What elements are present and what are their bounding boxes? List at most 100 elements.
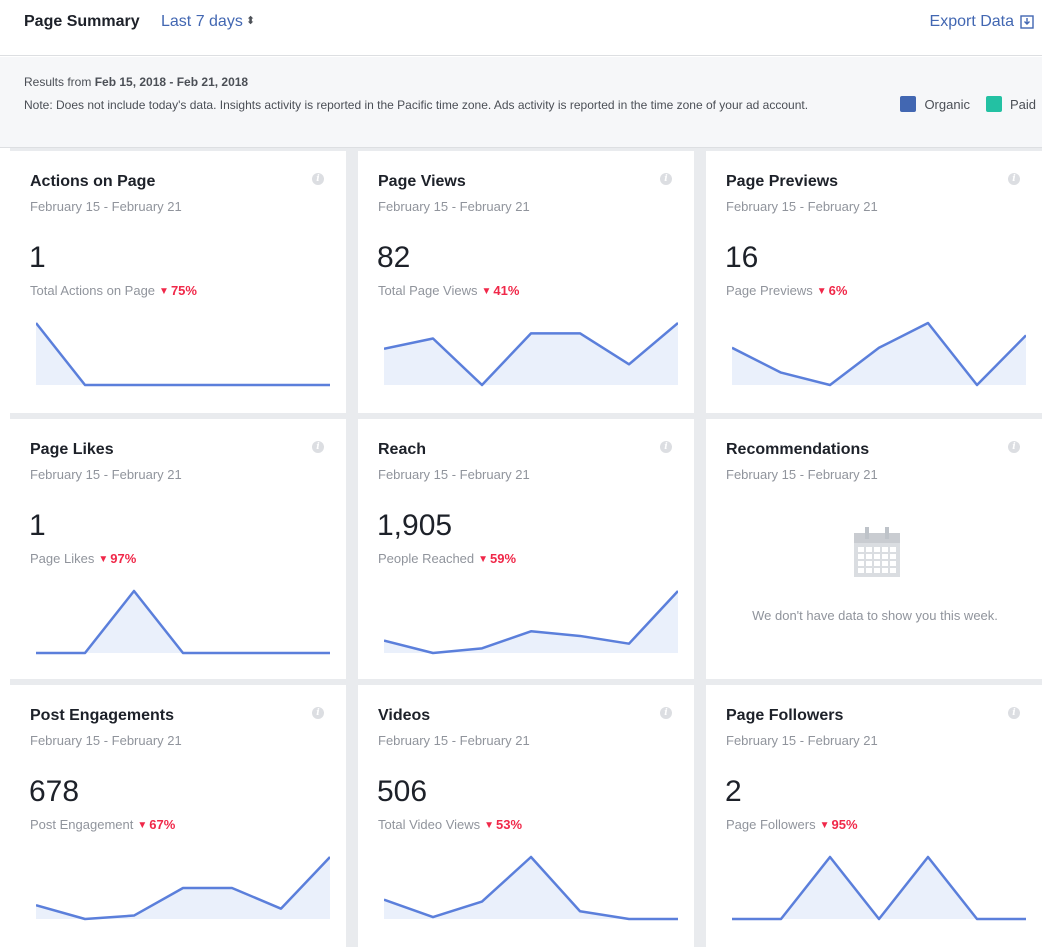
card-title: Actions on Page [30,173,156,190]
info-icon[interactable]: i [312,707,324,719]
metric-value: 1,905 [377,509,453,542]
metric-subtitle: Post Engagement ▼ 67% [30,817,175,832]
sparkline-area [36,591,330,653]
metric-label: Page Previews [726,283,813,298]
sparkline-chart [384,322,678,387]
sparkline-chart [732,321,1026,387]
change-percent: 41% [493,283,520,298]
change-percent: 95% [831,817,858,832]
down-triangle-icon: ▼ [98,554,109,565]
sparkline-chart [732,855,1026,921]
decrease-badge: ▼ 59% [478,551,516,566]
metric-label: Total Actions on Page [30,283,156,298]
decrease-badge: ▼ 97% [98,551,136,566]
card-page-followers[interactable]: Page Followers February 15 - February 21 i… [706,685,1042,947]
chart-legend: Organic Paid [884,96,1036,112]
info-icon[interactable]: i [1008,707,1020,719]
date-range-selector[interactable]: Last 7 days ⬍ [161,13,255,31]
organic-swatch [900,96,917,112]
decrease-badge: ▼ 6% [817,283,848,298]
down-triangle-icon: ▼ [137,820,148,831]
card-date-range: February 15 - February 21 [378,733,530,748]
card-date-range: February 15 - February 21 [378,199,530,214]
metric-label: Total Video Views [378,817,481,832]
metric-subtitle: Total Video Views ▼ 53% [378,817,522,832]
metric-value: 506 [377,775,428,808]
decrease-badge: ▼ 95% [820,817,858,832]
metric-subtitle: Total Page Views ▼ 41% [378,283,519,298]
down-triangle-icon: ▼ [481,286,492,297]
legend-organic: Organic [900,96,970,112]
metrics-grid: Actions on Page February 15 - February 21… [10,148,1042,947]
down-triangle-icon: ▼ [816,286,827,297]
card-reach[interactable]: Reach February 15 - February 21 i 1,905 Peop… [358,419,694,679]
sparkline-chart [36,589,330,655]
decrease-badge: ▼ 67% [137,817,175,832]
card-date-range: February 15 - February 21 [30,733,182,748]
card-page-views[interactable]: Page Views February 15 - February 21 i 82 To… [358,151,694,413]
info-icon[interactable]: i [312,173,324,185]
card-page-likes[interactable]: Page Likes February 15 - February 21 i 1 Pag… [10,419,346,679]
sparkline-area [36,323,330,385]
change-percent: 75% [170,283,197,298]
card-title: Videos [378,707,431,724]
card-videos[interactable]: Videos February 15 - February 21 i 506 Total… [358,685,694,947]
info-icon[interactable]: i [660,441,672,453]
card-date-range: February 15 - February 21 [30,467,182,482]
metric-subtitle: People Reached ▼ 59% [378,551,516,566]
sparkline-line [36,589,330,655]
metric-label: Total Page Views [378,283,478,298]
card-date-range: February 15 - February 21 [726,199,878,214]
info-icon[interactable]: i [660,173,672,185]
timezone-note: Note: Does not include today's data. Ins… [24,98,809,112]
sparkline-chart [384,855,678,921]
metric-value: 678 [29,775,80,808]
download-icon [1020,15,1034,29]
sort-arrows-icon: ⬍ [245,15,256,27]
card-title: Page Likes [30,441,114,458]
metric-value: 2 [725,775,742,808]
info-icon[interactable]: i [1008,173,1020,185]
metric-value: 1 [29,241,46,274]
info-icon[interactable]: i [660,707,672,719]
info-icon[interactable]: i [312,441,324,453]
legend-organic-label: Organic [924,96,970,112]
metric-value: 82 [377,241,411,274]
metric-subtitle: Page Likes ▼ 97% [30,551,136,566]
no-data-message: We don't have data to show you this week… [752,608,998,623]
metric-subtitle: Page Followers ▼ 95% [726,817,858,832]
page-title: Page Summary [24,13,140,30]
metric-subtitle: Page Previews ▼ 6% [726,283,847,298]
sparkline-area [732,857,1026,919]
sparkline-area [384,591,678,653]
card-title: Recommendations [726,441,870,458]
legend-paid: Paid [985,96,1036,112]
change-percent: 97% [110,551,137,566]
sparkline-chart [36,322,330,387]
card-title: Post Engagements [30,707,175,724]
card-date-range: February 15 - February 21 [726,733,878,748]
card-post-engagements[interactable]: Post Engagements February 15 - February 2… [10,685,346,947]
metric-value: 1 [29,509,46,542]
card-date-range: February 15 - February 21 [378,467,530,482]
down-triangle-icon: ▼ [478,554,489,565]
card-title: Reach [378,441,427,458]
metric-value: 16 [725,241,759,274]
card-title: Page Followers [726,707,844,724]
export-data-button[interactable]: Export Data [930,13,1034,31]
sparkline-chart [384,590,678,655]
decrease-badge: ▼ 75% [159,283,197,298]
card-page-previews[interactable]: Page Previews February 15 - February 21 i 1… [706,151,1042,413]
card-title: Page Views [378,173,466,190]
down-triangle-icon: ▼ [484,820,495,831]
card-recommendations[interactable]: Recommendations February 15 - February 21… [706,419,1042,679]
card-actions-on-page[interactable]: Actions on Page February 15 - February 21… [10,151,346,413]
results-info-bar: Results from Feb 15, 2018 - Feb 21, 2018… [0,57,1042,148]
results-range: Results from Feb 15, 2018 - Feb 21, 2018 [24,75,248,89]
legend-paid-label: Paid [1009,96,1036,112]
decrease-badge: ▼ 53% [484,817,522,832]
paid-swatch [985,96,1002,112]
info-icon[interactable]: i [1008,441,1020,453]
date-range-label: Last 7 days [161,13,243,30]
sparkline-line [36,322,330,387]
